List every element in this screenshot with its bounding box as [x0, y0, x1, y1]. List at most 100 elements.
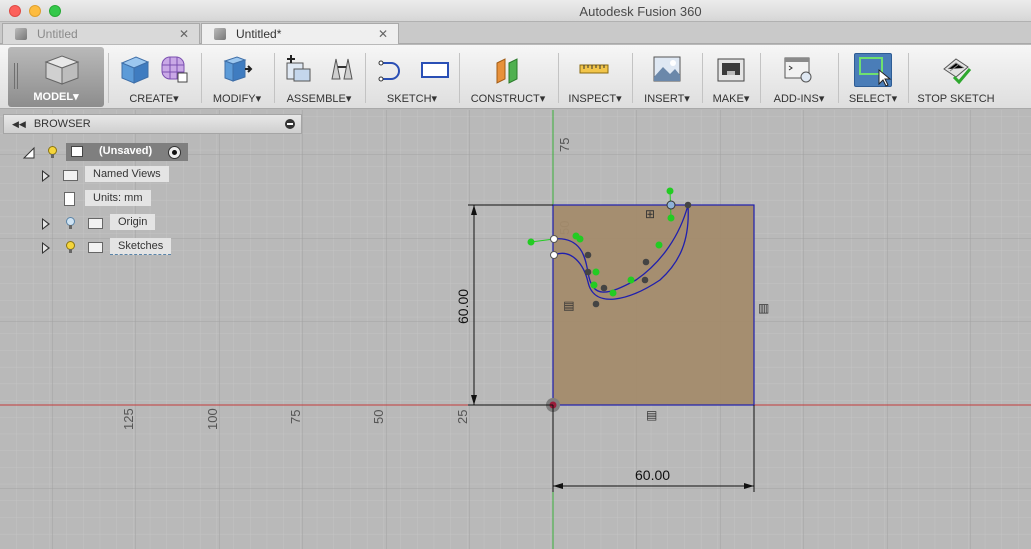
sketch-profile[interactable] — [552, 204, 755, 406]
horizontal-constraint-icon[interactable]: ⊞ — [645, 207, 655, 221]
model-workspace-icon — [44, 55, 80, 85]
folder-icon — [88, 218, 103, 229]
axis-label-75-vertical: 75 — [557, 138, 572, 152]
toolbar-separator — [365, 53, 366, 103]
sketch-menu[interactable]: SKETCH▾ — [367, 45, 457, 109]
toolbar-separator — [459, 53, 460, 103]
expand-triangle-icon[interactable] — [42, 218, 50, 230]
stop-sketch-label: STOP SKETCH — [917, 93, 995, 105]
tab-label: Untitled — [37, 27, 78, 41]
component-icon — [71, 146, 83, 157]
root-label: (Unsaved) — [99, 145, 153, 157]
select-icon — [854, 53, 892, 87]
title-bar: Autodesk Fusion 360 — [0, 0, 1031, 22]
document-tab-untitled[interactable]: Untitled ✕ — [2, 23, 200, 44]
browser-item-origin[interactable]: Origin — [40, 214, 160, 234]
create-label: CREATE▾ — [129, 93, 179, 105]
toolbar-grip-icon[interactable] — [14, 63, 18, 89]
arc-icon — [378, 60, 400, 82]
sketch-label: SKETCH▾ — [386, 93, 438, 105]
visibility-bulb-icon[interactable] — [66, 241, 75, 254]
main-toolbar: MODEL▾ CREATE▾ MODIFY▾ ASSEMBLE▾ SKETCH▾… — [0, 45, 1031, 109]
modify-menu[interactable]: MODIFY▾ — [203, 45, 271, 109]
vertical-constraint-icon[interactable]: ▥ — [561, 301, 575, 312]
insert-menu[interactable]: INSERT▾ — [634, 45, 700, 109]
construct-label: CONSTRUCT▾ — [470, 93, 546, 105]
toolbar-separator — [838, 53, 839, 103]
close-tab-icon[interactable]: ✕ — [376, 27, 390, 41]
press-pull-icon — [223, 56, 253, 82]
inspect-label: INSPECT▾ — [568, 93, 622, 105]
axis-label-50: 50 — [371, 410, 386, 424]
browser-title: BROWSER — [33, 118, 91, 130]
workspace-label: MODEL▾ — [33, 91, 79, 103]
browser-item-sketches[interactable]: Sketches — [40, 238, 180, 258]
toolbar-separator — [558, 53, 559, 103]
workspace-switcher[interactable]: MODEL▾ — [8, 47, 104, 107]
browser-item-named-views[interactable]: Named Views — [40, 166, 180, 186]
close-tab-icon[interactable]: ✕ — [177, 27, 191, 41]
offset-plane-icon — [496, 58, 518, 84]
axis-label-25: 25 — [455, 410, 470, 424]
scripts-icon — [784, 57, 812, 83]
toolbar-separator — [108, 53, 109, 103]
toolbar-separator — [632, 53, 633, 103]
stop-sketch-icon — [943, 58, 972, 85]
axis-label-125: 125 — [121, 408, 136, 430]
document-settings-icon — [64, 192, 75, 206]
collapse-browser-icon[interactable]: ◀◀ — [12, 119, 26, 130]
toolbar-separator — [760, 53, 761, 103]
activate-component-icon[interactable] — [168, 146, 181, 159]
assemble-menu[interactable]: ASSEMBLE▾ — [276, 45, 362, 109]
axis-label-100: 100 — [205, 408, 220, 430]
assemble-label: ASSEMBLE▾ — [286, 93, 352, 105]
construct-menu[interactable]: CONSTRUCT▾ — [461, 45, 555, 109]
create-menu[interactable]: CREATE▾ — [110, 45, 198, 109]
toolbar-separator — [908, 53, 909, 103]
document-icon — [15, 28, 27, 40]
browser-item-units[interactable]: Units: mm — [40, 190, 160, 210]
modify-label: MODIFY▾ — [212, 93, 262, 105]
stop-sketch-button[interactable]: STOP SKETCH — [910, 45, 1002, 109]
rectangle-icon — [421, 62, 449, 78]
addins-label: ADD-INS▾ — [773, 93, 825, 105]
select-label: SELECT▾ — [848, 93, 898, 105]
addins-menu[interactable]: ADD-INS▾ — [762, 45, 836, 109]
toolbar-separator — [274, 53, 275, 103]
folder-icon — [63, 170, 78, 181]
insert-label: INSERT▾ — [644, 93, 690, 105]
document-tab-untitled-active[interactable]: Untitled* ✕ — [201, 23, 399, 44]
make-menu[interactable]: MAKE▾ — [704, 45, 758, 109]
browser-minimize-icon[interactable] — [285, 119, 295, 129]
browser-root-item[interactable]: (Unsaved) — [22, 143, 192, 163]
joint-icon — [331, 58, 353, 80]
expand-triangle-icon[interactable] — [42, 242, 50, 254]
tab-label: Untitled* — [236, 27, 282, 41]
toolbar-separator — [702, 53, 703, 103]
browser-item-label: Units: mm — [85, 190, 151, 206]
horizontal-dimension-value[interactable]: 60.00 — [635, 467, 670, 483]
select-menu[interactable]: SELECT▾ — [840, 45, 906, 109]
3d-print-icon — [717, 58, 745, 82]
measure-icon — [579, 64, 609, 74]
browser-item-label: Origin — [110, 214, 156, 230]
inspect-menu[interactable]: INSPECT▾ — [560, 45, 630, 109]
folder-icon — [88, 242, 103, 253]
new-component-icon — [286, 55, 311, 82]
vertical-constraint-icon[interactable]: ▥ — [758, 301, 769, 315]
insert-image-icon — [653, 56, 681, 82]
window-title: Autodesk Fusion 360 — [579, 4, 702, 19]
horizontal-constraint-icon[interactable]: ▤ — [646, 408, 657, 422]
browser-item-label: Named Views — [85, 166, 169, 182]
toolbar-separator — [201, 53, 202, 103]
expanded-triangle-icon[interactable] — [22, 146, 36, 160]
visibility-bulb-icon[interactable] — [48, 146, 57, 159]
visibility-bulb-off-icon[interactable] — [66, 217, 75, 230]
box-icon — [120, 56, 150, 84]
form-icon — [161, 56, 188, 83]
vertical-dimension-value[interactable]: 60.00 — [455, 289, 471, 324]
browser-panel-header[interactable]: ◀◀ BROWSER — [3, 114, 302, 134]
expand-triangle-icon[interactable] — [42, 170, 50, 182]
document-icon — [214, 28, 226, 40]
axis-label-75: 75 — [288, 410, 303, 424]
